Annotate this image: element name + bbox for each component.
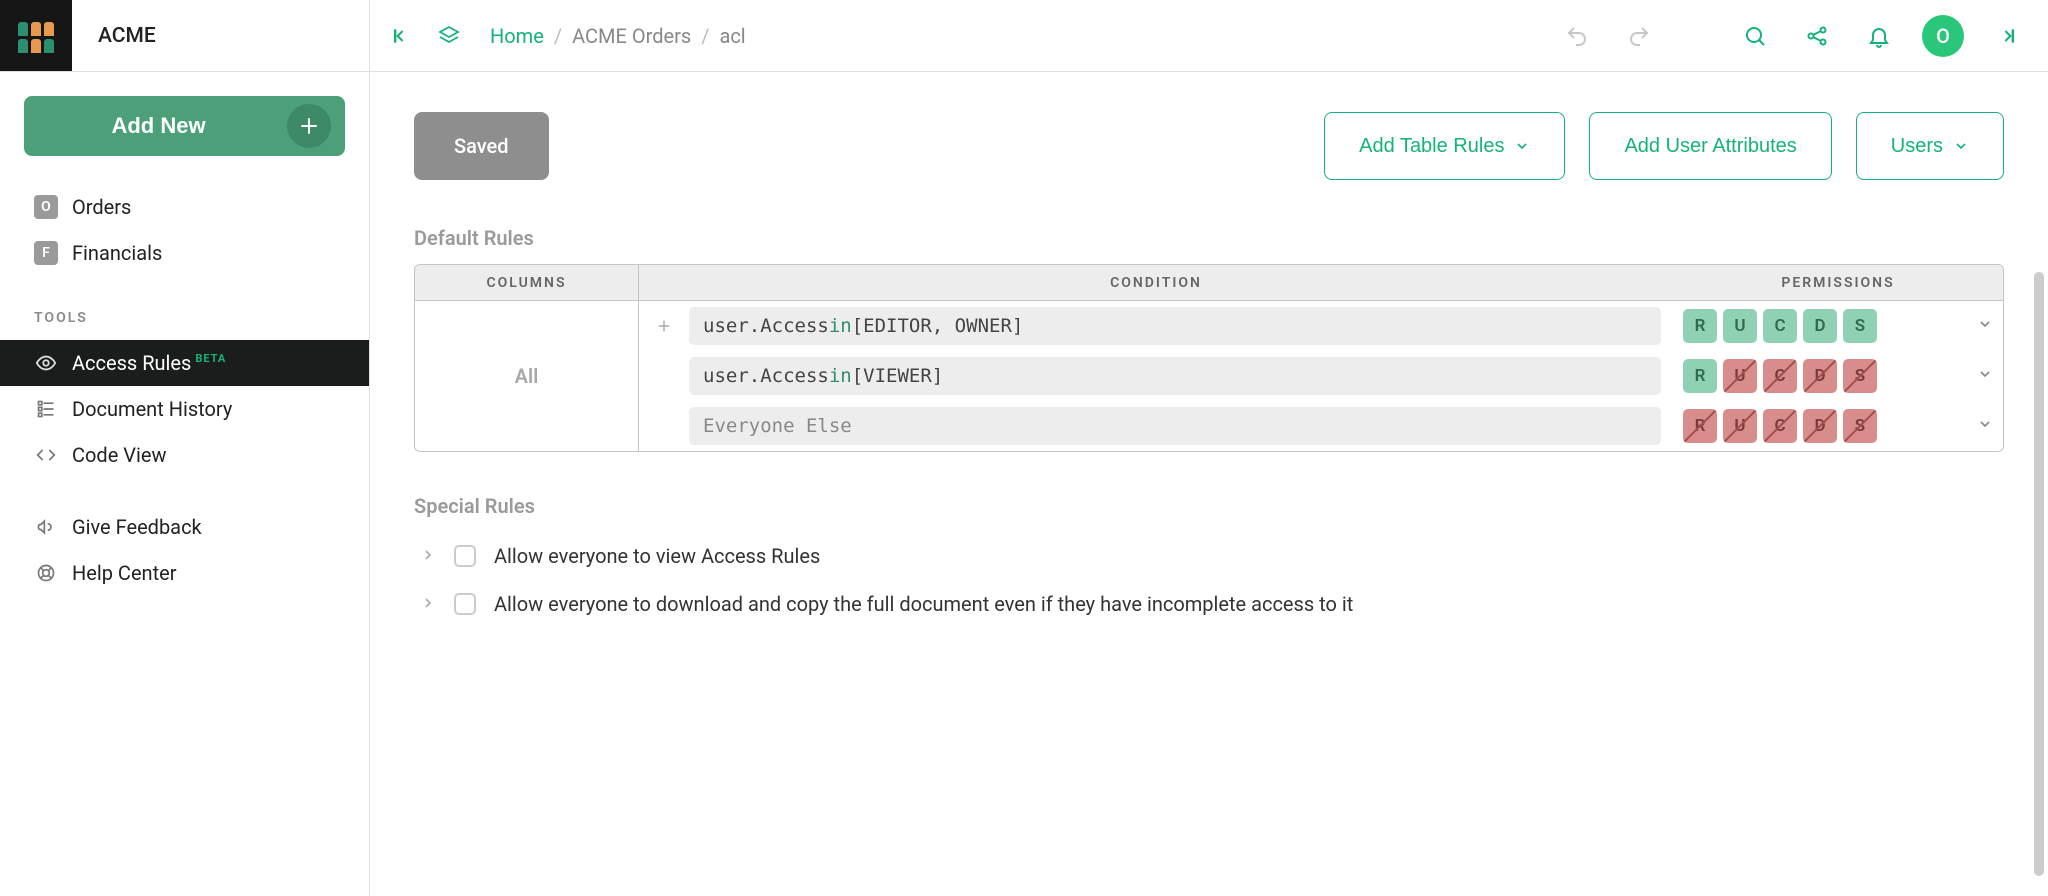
history-icon <box>34 397 58 421</box>
code-icon <box>34 443 58 467</box>
users-button[interactable]: Users <box>1856 112 2004 180</box>
collapse-right-panel-icon[interactable] <box>1988 17 2026 55</box>
perm-u[interactable]: U <box>1723 309 1757 343</box>
avatar[interactable]: O <box>1922 15 1964 57</box>
rule-row: user.Access in [EDITOR, OWNER] RUCDS <box>639 301 2003 351</box>
add-condition-icon[interactable] <box>639 317 689 335</box>
special-rules-title: Special Rules <box>414 494 2004 518</box>
perm-s[interactable]: S <box>1843 409 1877 443</box>
rule-row: user.Access in [VIEWER] RUCDS <box>639 351 2003 401</box>
perm-r[interactable]: R <box>1683 359 1717 393</box>
breadcrumb: Home / ACME Orders / acl <box>490 24 746 48</box>
page-initial-icon: F <box>34 241 58 265</box>
search-icon[interactable] <box>1736 17 1774 55</box>
condition-cell[interactable]: user.Access in [VIEWER] <box>689 357 1661 395</box>
pages-icon[interactable] <box>430 17 468 55</box>
breadcrumb-home[interactable]: Home <box>490 24 544 48</box>
redo-icon[interactable] <box>1620 17 1658 55</box>
sidebar-item-code-view[interactable]: Code View <box>0 432 369 478</box>
checkbox[interactable] <box>454 545 476 567</box>
chevron-right-icon[interactable] <box>420 592 436 616</box>
special-rule-label: Allow everyone to download and copy the … <box>494 592 1353 616</box>
page-initial-icon: O <box>34 195 58 219</box>
chevron-down-icon[interactable] <box>1977 416 1993 437</box>
saved-status: Saved <box>414 112 549 180</box>
sidebar-item-label: Document History <box>72 397 232 421</box>
topbar: Home / ACME Orders / acl <box>370 0 2048 72</box>
sidebar-item-label: Orders <box>72 195 131 219</box>
sidebar-item-access-rules[interactable]: Access RulesBETA <box>0 340 369 386</box>
chevron-down-icon <box>1514 138 1530 154</box>
perm-d[interactable]: D <box>1803 359 1837 393</box>
breadcrumb-page: acl <box>719 24 745 48</box>
beta-badge: BETA <box>195 352 226 365</box>
condition-cell[interactable]: Everyone Else <box>689 407 1661 445</box>
sidebar-item-give-feedback[interactable]: Give Feedback <box>0 504 369 550</box>
add-new-label: Add New <box>30 113 287 139</box>
permissions-cell: RUCDS <box>1673 309 2003 343</box>
sidebar-item-label: Access RulesBETA <box>72 351 226 375</box>
permissions-cell: RUCDS <box>1673 359 2003 393</box>
plus-icon <box>287 104 331 148</box>
add-new-button[interactable]: Add New <box>24 96 345 156</box>
perm-r[interactable]: R <box>1683 309 1717 343</box>
logo-icon <box>18 22 54 53</box>
sidebar-item-financials[interactable]: F Financials <box>0 230 369 276</box>
app-logo <box>0 0 72 71</box>
sidebar: ACME Add New O Orders F Financials TOOLS <box>0 0 370 896</box>
share-icon[interactable] <box>1798 17 1836 55</box>
tools-heading: TOOLS <box>0 280 369 336</box>
workspace-name[interactable]: ACME <box>72 0 369 71</box>
collapse-sidebar-icon[interactable] <box>382 17 420 55</box>
header-permissions: PERMISSIONS <box>1673 275 2003 291</box>
columns-all-label: All <box>415 301 639 451</box>
add-user-attributes-button[interactable]: Add User Attributes <box>1589 112 1831 180</box>
chevron-down-icon[interactable] <box>1977 366 1993 387</box>
perm-c[interactable]: C <box>1763 359 1797 393</box>
perm-r[interactable]: R <box>1683 409 1717 443</box>
sidebar-item-label: Give Feedback <box>72 515 202 539</box>
sidebar-item-label: Financials <box>72 241 162 265</box>
special-rule-label: Allow everyone to view Access Rules <box>494 544 820 568</box>
perm-c[interactable]: C <box>1763 409 1797 443</box>
header-columns: COLUMNS <box>415 265 639 300</box>
checkbox[interactable] <box>454 593 476 615</box>
special-rule-row: Allow everyone to view Access Rules <box>414 532 2004 580</box>
breadcrumb-doc[interactable]: ACME Orders <box>572 24 691 48</box>
scrollbar[interactable] <box>2034 272 2044 876</box>
default-rules-title: Default Rules <box>414 226 2004 250</box>
eye-icon <box>34 351 58 375</box>
megaphone-icon <box>34 515 58 539</box>
perm-s[interactable]: S <box>1843 359 1877 393</box>
help-icon <box>34 561 58 585</box>
sidebar-tools: Access RulesBETA Document History Code V… <box>0 336 369 482</box>
permissions-cell: RUCDS <box>1673 409 2003 443</box>
perm-c[interactable]: C <box>1763 309 1797 343</box>
sidebar-item-label: Code View <box>72 443 167 467</box>
content-area: Saved Add Table Rules Add User Attribute… <box>370 72 2048 896</box>
sidebar-item-help-center[interactable]: Help Center <box>0 550 369 596</box>
sidebar-item-orders[interactable]: O Orders <box>0 184 369 230</box>
bell-icon[interactable] <box>1860 17 1898 55</box>
undo-icon[interactable] <box>1558 17 1596 55</box>
sidebar-pages: O Orders F Financials <box>0 180 369 280</box>
perm-d[interactable]: D <box>1803 309 1837 343</box>
default-rules-table: COLUMNS CONDITION PERMISSIONS All user.A… <box>414 264 2004 452</box>
add-table-rules-button[interactable]: Add Table Rules <box>1324 112 1565 180</box>
special-rule-row: Allow everyone to download and copy the … <box>414 580 2004 628</box>
perm-s[interactable]: S <box>1843 309 1877 343</box>
header-condition: CONDITION <box>639 275 1673 291</box>
sidebar-item-label: Help Center <box>72 561 177 585</box>
chevron-down-icon[interactable] <box>1977 316 1993 337</box>
perm-d[interactable]: D <box>1803 409 1837 443</box>
sidebar-item-document-history[interactable]: Document History <box>0 386 369 432</box>
chevron-down-icon <box>1953 138 1969 154</box>
chevron-right-icon[interactable] <box>420 544 436 568</box>
sidebar-footer: Give Feedback Help Center <box>0 500 369 600</box>
rule-row: Everyone Else RUCDS <box>639 401 2003 451</box>
condition-cell[interactable]: user.Access in [EDITOR, OWNER] <box>689 307 1661 345</box>
perm-u[interactable]: U <box>1723 409 1757 443</box>
perm-u[interactable]: U <box>1723 359 1757 393</box>
